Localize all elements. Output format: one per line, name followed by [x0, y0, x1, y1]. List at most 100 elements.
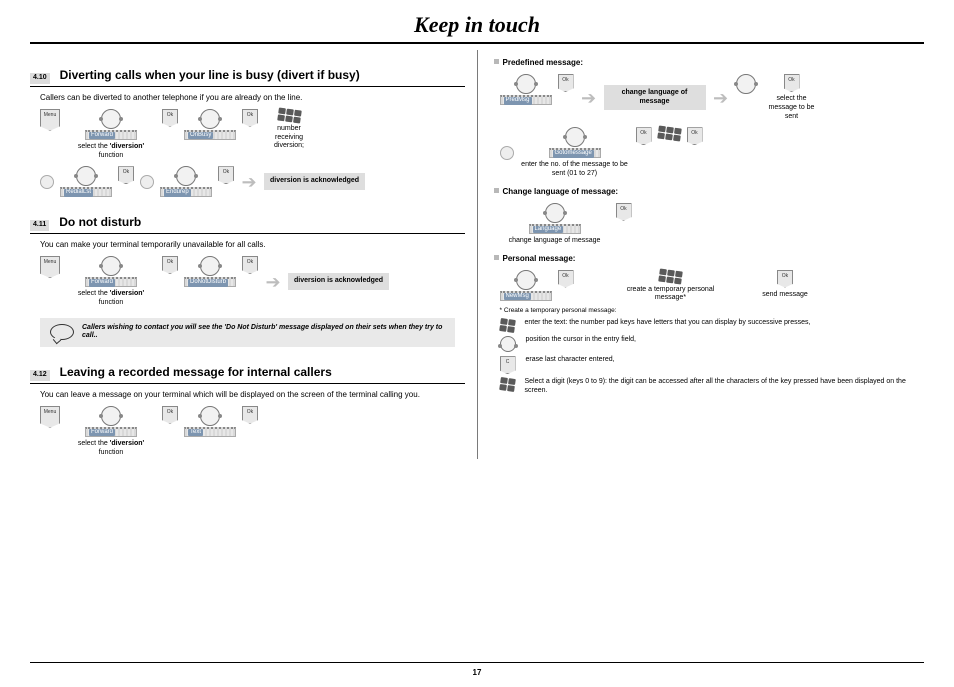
flow-lang: Language change language of message Ok [500, 203, 925, 246]
ok-key-icon: Ok [162, 256, 178, 274]
ack-box: diversion is acknowledged [288, 273, 389, 290]
ok-key-icon: Ok [242, 256, 258, 274]
dot-button-icon [40, 175, 54, 189]
c-key-icon: C [500, 356, 516, 374]
subhead-personal: Personal message: [494, 254, 925, 264]
navigator-icon [500, 336, 516, 352]
section-head-412: 4.12 Leaving a recorded message for inte… [30, 365, 465, 384]
ok-key-icon: Ok send message [758, 270, 813, 300]
nav-redial: RedialLst [60, 166, 112, 197]
navigator-icon [565, 127, 585, 147]
ok-key-icon: Ok [118, 166, 134, 184]
flow-412-row1: Menu Forward select the 'diversion' func… [40, 406, 465, 458]
info-text: Select a digit (keys 0 to 9): the digit … [525, 378, 925, 396]
keypad-icon [499, 377, 516, 392]
navigator-icon [200, 406, 220, 426]
menu-key-icon: Menu [40, 109, 60, 131]
ack-box: diversion is acknowledged [264, 173, 365, 190]
navigator-icon [200, 109, 220, 129]
ok-key-icon: Ok [162, 109, 178, 127]
nav-onbusy: OnBusy [184, 109, 236, 140]
section-num: 4.11 [30, 220, 49, 231]
arrow-right-icon: ➔ [712, 88, 730, 108]
nav-newmsg: NewMsg [500, 270, 552, 301]
info-text: position the cursor in the entry field, [526, 336, 637, 345]
navigator-icon [76, 166, 96, 186]
arrow-right-icon: ➔ [264, 272, 282, 292]
section-intro: You can leave a message on your terminal… [40, 390, 465, 400]
navigator-icon [516, 270, 536, 290]
subhead-predefined: Predefined message: [494, 58, 925, 68]
bottom-rule [30, 662, 924, 663]
flow-pers: NewMsg Ok create a temporary personal me… [500, 270, 925, 304]
arrow-right-icon: ➔ [240, 172, 258, 192]
nav-endurep: Endurep [160, 166, 212, 197]
ok-key-icon: Ok [242, 406, 258, 424]
nav-forward: Forward select the 'diversion' function [66, 109, 156, 161]
section-head-411: 4.11 Do not disturb [30, 215, 465, 234]
flow-predef-row1: PredMsg Ok ➔ change language of message … [500, 74, 925, 121]
menu-key-icon: Menu [40, 406, 60, 428]
note-callout: Callers wishing to contact you will see … [40, 318, 455, 348]
arrow-right-icon: ➔ [580, 88, 598, 108]
left-column: 4.10 Diverting calls when your line is b… [30, 50, 475, 459]
nav-text: Text [184, 406, 236, 437]
navigator-icon [736, 74, 756, 94]
column-divider [477, 50, 478, 459]
flow-410-row1: Menu Forward select the 'diversion' func… [40, 109, 465, 161]
info-row-3: C erase last character entered, [500, 356, 925, 374]
nav-language: Language change language of message [500, 203, 610, 246]
section-intro: Callers can be diverted to another telep… [40, 93, 465, 103]
nav-dnd: DoNotDisturb [184, 256, 236, 287]
navigator-icon [516, 74, 536, 94]
info-text: erase last character entered, [526, 356, 615, 365]
speech-bubble-icon [50, 324, 74, 340]
subhead-lang: Change language of message: [494, 187, 925, 197]
top-rule [30, 42, 924, 44]
footnote-create-msg: * Create a temporary personal message: [500, 307, 925, 315]
content-columns: 4.10 Diverting calls when your line is b… [0, 50, 954, 459]
ok-key-icon: Ok [242, 109, 258, 127]
menu-key-icon: Menu [40, 256, 60, 278]
ok-key-icon: Ok [558, 74, 574, 92]
ok-key-icon: Ok [687, 127, 703, 145]
ok-key-icon: Ok [636, 127, 652, 145]
nav-select-msg [736, 74, 756, 94]
nav-predmsg: PredMsg [500, 74, 552, 105]
flow-predef-row2: Gotomessage enter the no. of the message… [500, 127, 925, 179]
keypad-icon [499, 318, 516, 333]
info-row-4: Select a digit (keys 0 to 9): the digit … [500, 378, 925, 396]
section-num: 4.10 [30, 73, 50, 84]
flow-411-row1: Menu Forward select the 'diversion' func… [40, 256, 465, 308]
section-num: 4.12 [30, 370, 50, 381]
page-number: 17 [0, 668, 954, 677]
page-title: Keep in touch [0, 12, 954, 38]
info-row-2: position the cursor in the entry field, [500, 336, 925, 352]
right-column: Predefined message: PredMsg Ok ➔ change … [480, 50, 925, 459]
navigator-icon [101, 109, 121, 129]
change-lang-box: change language of message [604, 85, 706, 111]
dot-button-icon [500, 146, 514, 160]
ok-key-icon: Ok [616, 203, 632, 221]
navigator-icon [101, 406, 121, 426]
section-head-410: 4.10 Diverting calls when your line is b… [30, 68, 465, 87]
ok-key-icon: Ok select the message to be sent [762, 74, 822, 121]
nav-forward: Forward select the 'diversion' function [66, 256, 156, 308]
navigator-icon [200, 256, 220, 276]
nav-forward: Forward select the 'diversion' function [66, 406, 156, 458]
ok-key-icon: Ok [558, 270, 574, 288]
note-text: Callers wishing to contact you will see … [82, 324, 445, 342]
info-row-1: enter the text: the number pad keys have… [500, 319, 925, 332]
keypad-icon: number receiving diversion; [264, 109, 314, 151]
dot-button-icon [140, 175, 154, 189]
navigator-icon [101, 256, 121, 276]
navigator-icon [176, 166, 196, 186]
section-title: Leaving a recorded message for internal … [60, 365, 332, 380]
nav-gotomsg: Gotomessage enter the no. of the message… [520, 127, 630, 179]
keypad-icon [658, 127, 681, 140]
section-intro: You can make your terminal temporarily u… [40, 240, 465, 250]
info-text: enter the text: the number pad keys have… [525, 319, 811, 328]
ok-key-icon: Ok [218, 166, 234, 184]
section-title: Do not disturb [59, 215, 141, 230]
section-title: Diverting calls when your line is busy (… [60, 68, 360, 83]
